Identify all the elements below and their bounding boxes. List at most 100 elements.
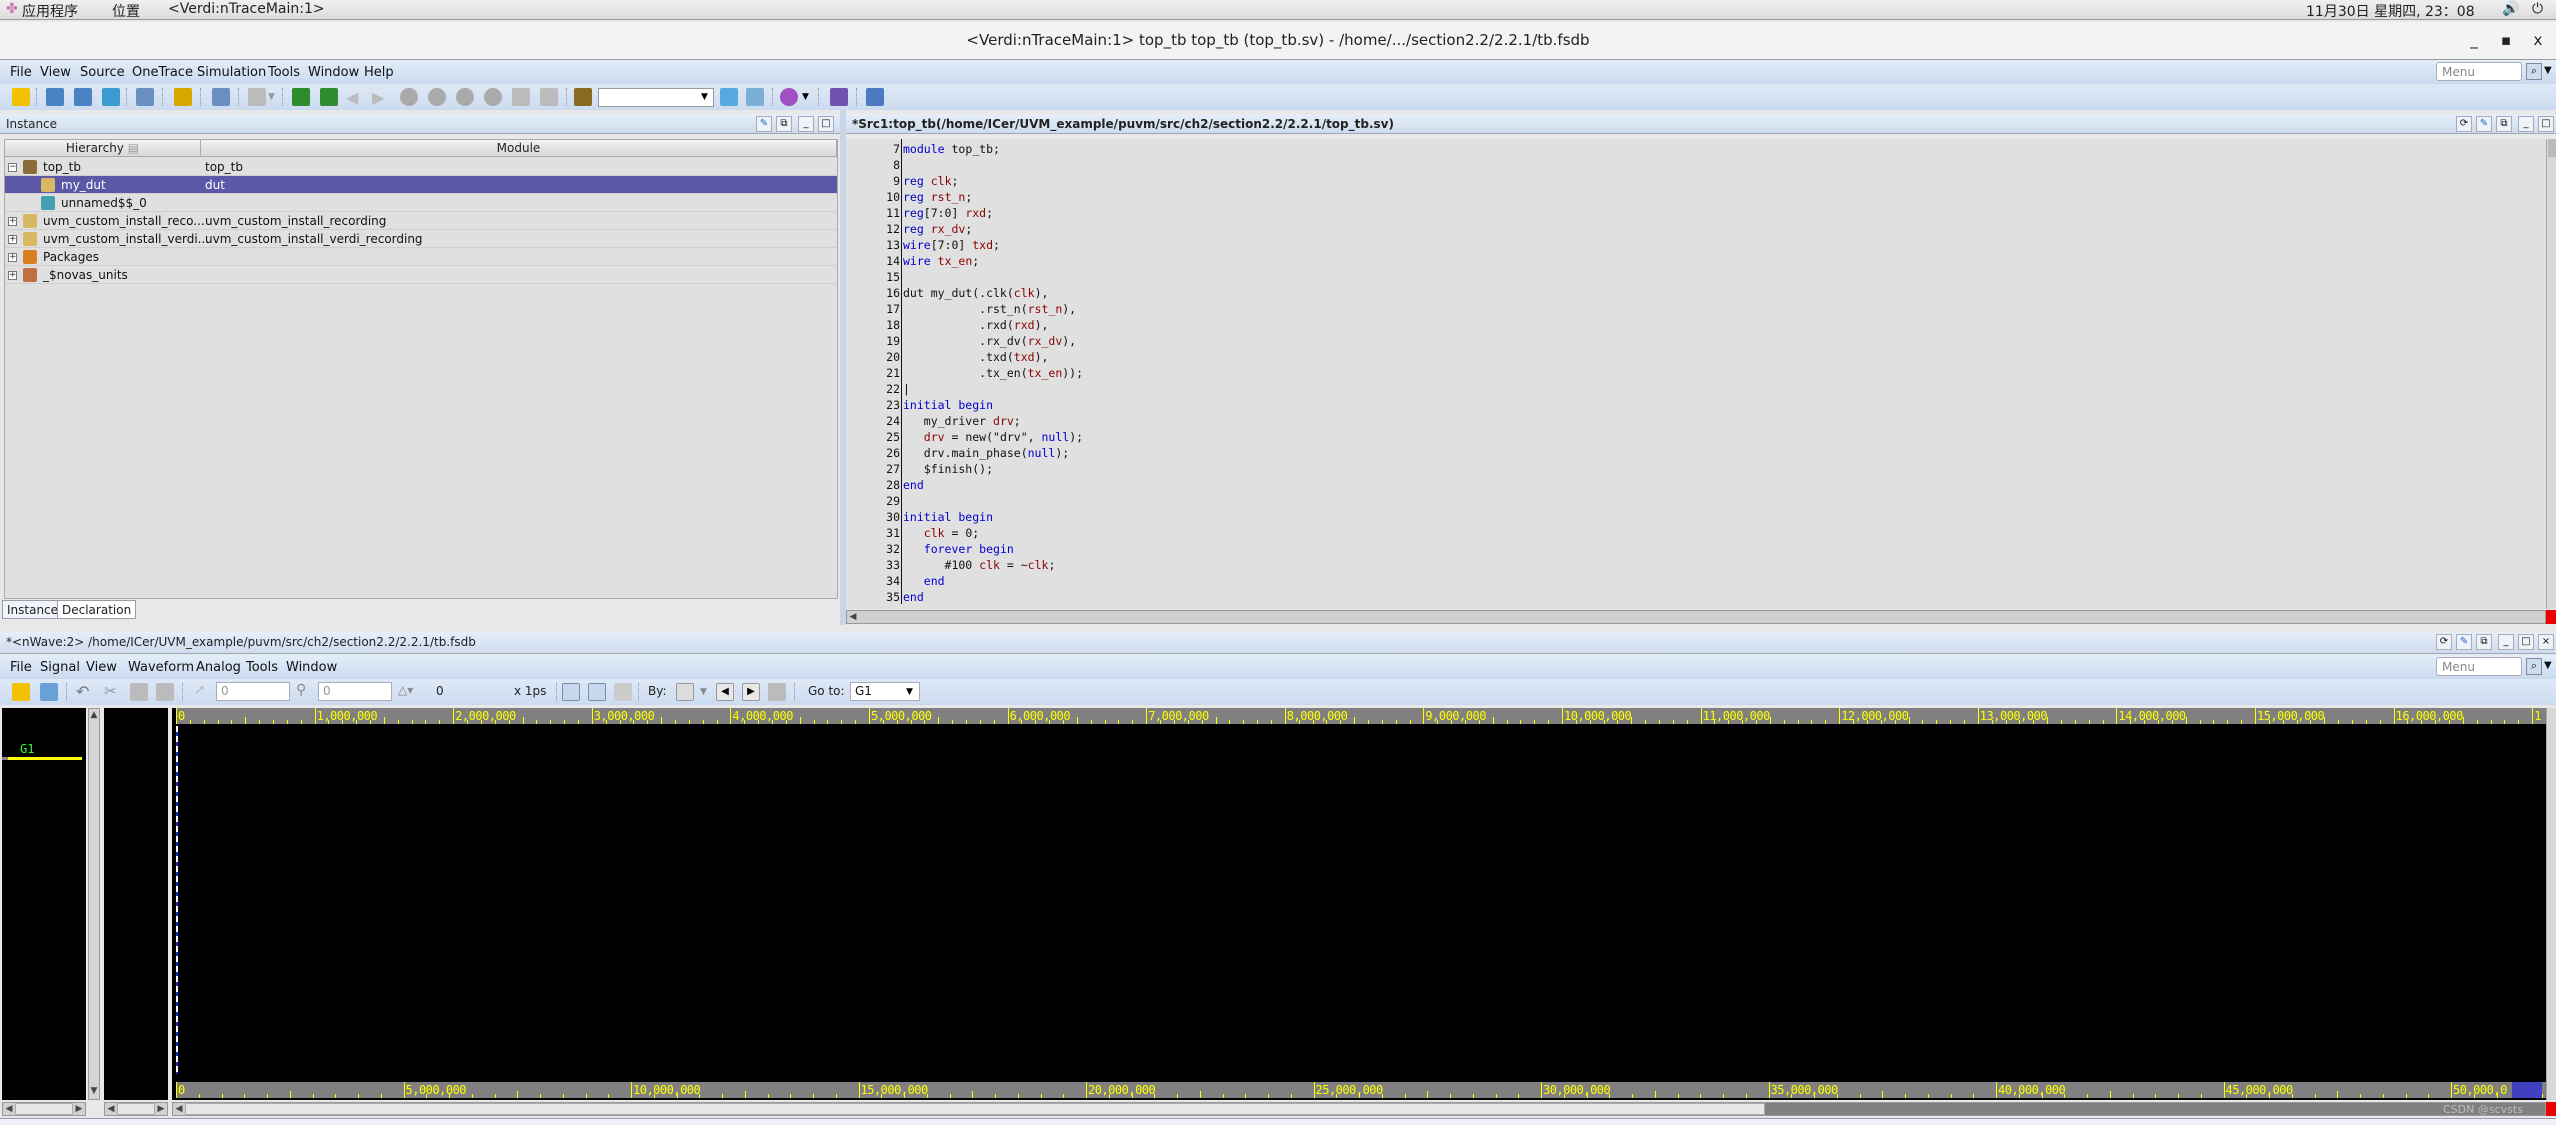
edit-icon[interactable] [212, 88, 230, 106]
zoom-fit-icon[interactable] [614, 683, 632, 701]
menu-source[interactable]: Source [80, 65, 125, 80]
wave-menu-search-input[interactable]: Menu [2436, 657, 2522, 676]
chevron-down-icon[interactable]: ▼ [701, 92, 708, 102]
wave-menu-signal[interactable]: Signal [40, 660, 80, 675]
menu-simulation[interactable]: Simulation [197, 65, 266, 80]
line-number[interactable]: 20 [846, 350, 900, 364]
bottom-time-ruler[interactable]: 0 5,000,000 10,000,000 15,000,000 20,000,000… [176, 1082, 2546, 1098]
open-file-icon[interactable] [12, 683, 30, 701]
scroll-thumb[interactable] [117, 1103, 155, 1115]
line-number[interactable]: 18 [846, 318, 900, 332]
open-folder-icon[interactable] [12, 88, 30, 106]
identifier-token[interactable]: rx_dv [1028, 334, 1063, 348]
search-combo[interactable] [598, 88, 714, 107]
reload-icon[interactable] [40, 683, 58, 701]
source-vertical-scrollbar[interactable] [2546, 139, 2556, 609]
line-number[interactable]: 22 [846, 382, 900, 396]
collapse-icon[interactable]: − [8, 163, 17, 172]
line-number[interactable]: 13 [846, 238, 900, 252]
maximize-panel-button[interactable]: □ [2538, 116, 2554, 132]
expand-icon[interactable]: + [8, 271, 17, 280]
driver-icon[interactable] [400, 88, 418, 106]
chevron-down-icon[interactable]: ▼ [802, 92, 809, 102]
find-icon[interactable] [720, 88, 738, 106]
menu-view[interactable]: View [40, 65, 71, 80]
scroll-left-icon[interactable]: ◀ [105, 1103, 117, 1115]
line-number[interactable]: 8 [846, 158, 900, 172]
line-number[interactable]: 31 [846, 526, 900, 540]
line-number[interactable]: 17 [846, 302, 900, 316]
wave-menu-tools[interactable]: Tools [246, 660, 278, 675]
clock[interactable]: 11月30日 星期四, 23：08 [2306, 1, 2475, 21]
menu-search-input[interactable]: Menu [2436, 62, 2522, 81]
sync-icon[interactable]: ⟳ [2436, 634, 2452, 650]
line-number[interactable]: 15 [846, 270, 900, 284]
maximize-panel-button[interactable]: □ [818, 116, 834, 132]
line-number[interactable]: 11 [846, 206, 900, 220]
disconnect-icon[interactable] [540, 88, 558, 106]
cursor-icon[interactable]: ➚ [194, 682, 206, 698]
volume-icon[interactable]: 🔊 [2502, 1, 2519, 17]
line-number[interactable]: 16 [846, 286, 900, 300]
document-icon[interactable] [248, 88, 266, 106]
tree-row[interactable]: + Packages [5, 248, 837, 266]
value-pane-hscrollbar[interactable]: ◀ ▶ [104, 1102, 168, 1116]
line-number[interactable]: 7 [846, 142, 900, 156]
wave-menu-window[interactable]: Window [286, 660, 337, 675]
pin-icon[interactable]: ✎ [2456, 634, 2472, 650]
bookmark-nav-icon[interactable] [768, 683, 786, 701]
scroll-right-icon[interactable]: ▶ [155, 1103, 167, 1115]
line-number[interactable]: 14 [846, 254, 900, 268]
expand-icon[interactable]: + [8, 217, 17, 226]
identifier-token[interactable]: rxd [965, 206, 986, 220]
chevron-down-icon[interactable]: ▼ [906, 687, 913, 697]
maximize-button[interactable]: ▪ [2496, 31, 2516, 49]
line-number[interactable]: 28 [846, 478, 900, 492]
identifier-token[interactable]: tx_en [1028, 366, 1063, 380]
maximize-panel-button[interactable]: □ [2518, 634, 2534, 650]
active-window-label[interactable]: <Verdi:nTraceMain:1> [168, 1, 325, 17]
marker-icon[interactable]: ⚲ [296, 682, 306, 698]
line-number[interactable]: 30 [846, 510, 900, 524]
name-pane-hscrollbar[interactable]: ◀ ▶ [2, 1102, 86, 1116]
wave-menu-view[interactable]: View [86, 660, 117, 675]
chevron-down-icon[interactable]: ▼ [2544, 660, 2552, 671]
line-number[interactable]: 24 [846, 414, 900, 428]
identifier-token[interactable]: rst_n [1028, 302, 1063, 316]
cursor-time-input[interactable]: 0 [216, 682, 290, 701]
zoom-out-icon[interactable] [562, 683, 580, 701]
marker-time-input[interactable]: 0 [318, 682, 392, 701]
undock-icon[interactable]: ⧉ [2476, 634, 2492, 650]
top-time-ruler[interactable]: 0 1,000,000 2,000,000 3,000,000 4,000,000 5,0… [176, 708, 2546, 724]
close-button[interactable]: x [2528, 31, 2548, 49]
scroll-right-icon[interactable]: ▶ [73, 1103, 85, 1115]
identifier-token[interactable]: clk [931, 174, 952, 188]
uvm-icon[interactable] [780, 88, 798, 106]
find-next-icon[interactable] [746, 88, 764, 106]
signal-value-pane[interactable] [104, 708, 168, 1100]
close-panel-button[interactable]: × [2538, 634, 2554, 650]
menu-tools[interactable]: Tools [268, 65, 300, 80]
hierarchy-icon[interactable] [102, 88, 120, 106]
undock-icon[interactable]: ⧉ [2496, 116, 2512, 132]
cursor-line[interactable] [176, 726, 178, 1074]
scroll-up-icon[interactable]: ▲ [88, 709, 100, 721]
identifier-token[interactable]: txd [972, 238, 993, 252]
wave-menu-analog[interactable]: Analog [196, 660, 241, 675]
down-icon[interactable] [484, 88, 502, 106]
minimize-button[interactable]: _ [2464, 31, 2484, 49]
tree-row[interactable]: + uvm_custom_install_reco... uvm_custom_… [5, 212, 837, 230]
menu-onetrace[interactable]: OneTrace [132, 65, 193, 80]
line-number[interactable]: 34 [846, 574, 900, 588]
scroll-left-icon[interactable]: ◀ [173, 1103, 185, 1115]
trace-driver-icon[interactable] [320, 88, 338, 106]
line-number[interactable]: 10 [846, 190, 900, 204]
scroll-thumb[interactable] [15, 1103, 73, 1115]
line-number[interactable]: 32 [846, 542, 900, 556]
menu-window[interactable]: Window [308, 65, 359, 80]
tree-row[interactable]: unnamed$$_0 [5, 194, 837, 212]
flow-view-icon[interactable] [74, 88, 92, 106]
tree-row-selected[interactable]: my_dut dut [5, 176, 837, 194]
search-icon[interactable]: ⌕ [2526, 63, 2542, 80]
apps-logo-icon[interactable]: ✤ [6, 1, 18, 17]
